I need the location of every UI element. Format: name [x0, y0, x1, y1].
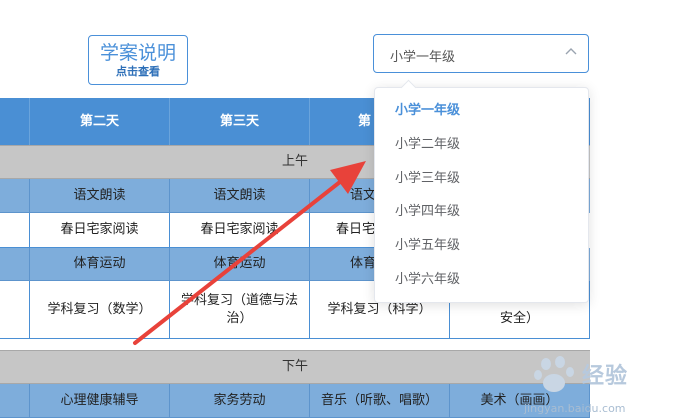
- table-cell: 体育运动: [30, 248, 170, 281]
- table-cell: 春日宅家阅读: [170, 213, 310, 248]
- paw-logo-icon: [534, 356, 574, 392]
- dropdown-option-grade-5[interactable]: 小学五年级: [395, 236, 460, 256]
- table-cell: 体育运动: [170, 248, 310, 281]
- grade-dropdown-menu: 小学一年级 小学二年级 小学三年级 小学四年级 小学五年级 小学六年级: [374, 79, 589, 303]
- header-cell: 第三天: [170, 98, 310, 145]
- grade-select[interactable]: 小学一年级: [373, 34, 589, 73]
- dropdown-caret: [400, 79, 417, 96]
- header-cell: 第二天: [30, 98, 170, 145]
- dropdown-option-grade-1[interactable]: 小学一年级: [395, 101, 460, 121]
- table-cell: 春日宅家阅读: [30, 213, 170, 248]
- intro-button-subtitle: 点击查看: [116, 65, 160, 78]
- dropdown-option-grade-6[interactable]: 小学六年级: [395, 270, 460, 290]
- grade-select-value: 小学一年级: [390, 50, 456, 65]
- baidu-jingyan-watermark: 经验 jingyan.baidu.com: [520, 340, 680, 416]
- header-cell: [0, 98, 30, 145]
- dropdown-option-grade-4[interactable]: 小学四年级: [395, 202, 460, 222]
- intro-button[interactable]: 学案说明 点击查看: [88, 35, 188, 85]
- table-cell: [0, 281, 30, 339]
- table-row: 心理健康辅导 家务劳动 音乐（听歌、唱歌） 美术（画画）: [0, 384, 590, 418]
- table-cell: [0, 179, 30, 213]
- watermark-title: 经验: [582, 364, 629, 389]
- table-cell: 音乐（听歌、唱歌）: [310, 384, 450, 418]
- table-cell: [0, 248, 30, 281]
- table-cell: 语文朗读: [30, 179, 170, 213]
- chevron-up-icon: [565, 48, 577, 55]
- table-cell: [0, 384, 30, 418]
- dropdown-option-grade-3[interactable]: 小学三年级: [395, 169, 460, 189]
- section-label: 下午: [281, 359, 308, 374]
- table-cell: 心理健康辅导: [30, 384, 170, 418]
- intro-button-title: 学案说明: [99, 42, 176, 64]
- dropdown-option-grade-2[interactable]: 小学二年级: [395, 135, 460, 155]
- table-cell: 学科复习（数学）: [30, 281, 170, 339]
- watermark-url: jingyan.baidu.com: [524, 402, 626, 415]
- table-cell: [0, 213, 30, 248]
- section-row-afternoon: 下午: [0, 350, 590, 384]
- table-cell: 语文朗读: [170, 179, 310, 213]
- table-cell: 学科复习（道德与法治）: [170, 281, 310, 339]
- table-cell: 家务劳动: [170, 384, 310, 418]
